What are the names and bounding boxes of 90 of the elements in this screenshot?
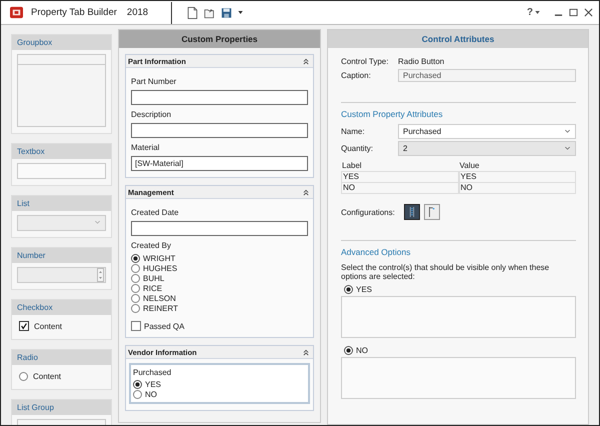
radio-button[interactable] <box>131 304 140 313</box>
control-type-value: Radio Button <box>398 57 444 66</box>
palette-card[interactable]: Checkbox Content <box>11 299 112 340</box>
radio-label: HUGHES <box>143 264 178 273</box>
radio-label: RICE <box>143 284 162 293</box>
palette-title: List Group <box>12 400 111 415</box>
configuration-single-button[interactable] <box>424 204 440 220</box>
close-icon[interactable] <box>584 8 593 17</box>
field-label: Created Date <box>131 208 180 217</box>
flag-icon <box>426 206 437 218</box>
open-folder-icon[interactable] <box>204 6 216 18</box>
checkbox-label: Content <box>34 322 62 330</box>
table-cell[interactable]: NO <box>458 182 576 194</box>
palette-card[interactable]: List Group <box>11 399 112 425</box>
palette-title: Radio <box>12 350 111 365</box>
configurations-label: Configurations: <box>341 208 395 216</box>
name-dropdown[interactable]: Purchased <box>398 124 576 139</box>
palette-title: Groupbox <box>12 35 111 50</box>
panel-title: Control Attributes <box>328 30 588 48</box>
option-label: NO <box>356 346 368 355</box>
option-label: YES <box>356 285 372 294</box>
palette-card[interactable]: Groupbox <box>11 34 112 134</box>
radio-label: BUHL <box>143 274 164 283</box>
panel-title: Custom Properties <box>119 30 320 48</box>
radio-label: WRIGHT <box>143 254 176 263</box>
checkbox-label: Passed QA <box>144 322 184 330</box>
input-field[interactable] <box>131 221 308 236</box>
version-label: 2018 <box>126 7 148 18</box>
collapse-icon[interactable] <box>303 348 309 356</box>
caption-field[interactable]: Purchased <box>398 69 576 82</box>
chevron-icon <box>565 130 570 133</box>
field-label: Purchased <box>133 368 172 377</box>
app-logo-icon <box>10 6 23 19</box>
chevron-icon <box>95 221 100 224</box>
spinner-icon <box>97 268 104 282</box>
help-button[interactable]: ? <box>524 7 535 18</box>
caption-label: Caption: <box>341 71 372 80</box>
radio-label: REINERT <box>143 304 178 313</box>
radio-button[interactable] <box>344 346 353 355</box>
selected-control-frame[interactable]: Purchased YES NO <box>129 363 310 404</box>
section-title: Advanced Options <box>341 247 412 257</box>
palette-title: Textbox <box>12 144 111 159</box>
palette-card[interactable]: List <box>11 195 112 238</box>
field-label: Created By <box>131 241 172 250</box>
palette-card[interactable]: Number <box>11 247 112 290</box>
radio-button[interactable] <box>131 254 140 263</box>
radio-button[interactable] <box>344 285 353 294</box>
palette-card[interactable]: Textbox <box>11 143 112 186</box>
input-field[interactable] <box>131 90 308 105</box>
radio-label: Content <box>33 372 62 380</box>
checkbox[interactable] <box>131 321 141 331</box>
radio-button[interactable] <box>131 264 140 273</box>
palette-title: Checkbox <box>12 300 111 315</box>
table-cell[interactable]: YES <box>458 171 576 183</box>
table-cell[interactable]: NO <box>341 182 458 194</box>
radio-label: NELSON <box>143 294 176 303</box>
palette-title: List <box>12 196 111 211</box>
description-text: Select the control(s) that should be visible only when these options are selected: <box>341 263 550 281</box>
section-title: Custom Property Attributes <box>341 109 444 119</box>
maximize-icon[interactable] <box>569 8 578 17</box>
radio-button[interactable] <box>133 390 142 399</box>
window-title: Property Tab Builder <box>31 7 117 18</box>
field-label: Material <box>131 143 160 152</box>
control-type-label: Control Type: <box>341 57 390 66</box>
name-label: Name: <box>341 127 366 136</box>
column-header: Value <box>458 161 480 172</box>
radio-label: YES <box>145 380 162 389</box>
column-header: Label <box>341 161 363 172</box>
quantity-dropdown[interactable]: 2 <box>398 141 576 156</box>
chevron-icon <box>565 147 570 150</box>
field-label: Description <box>131 110 172 119</box>
caret-icon[interactable] <box>238 11 244 14</box>
quantity-label: Quantity: <box>341 144 374 153</box>
caret-icon[interactable] <box>535 11 540 14</box>
radio-button[interactable] <box>133 380 142 389</box>
field-label: Part Number <box>131 77 178 86</box>
collapse-icon[interactable] <box>303 58 309 64</box>
radio-label: NO <box>145 390 157 399</box>
radio-button[interactable] <box>131 284 140 293</box>
table-cell[interactable]: YES <box>341 171 458 183</box>
radio-button[interactable] <box>131 274 140 283</box>
new-document-icon[interactable] <box>187 6 198 18</box>
palette-card[interactable]: Radio Content <box>11 349 112 390</box>
save-icon[interactable] <box>221 6 232 18</box>
collapse-icon[interactable] <box>303 188 309 196</box>
palette-title: Number <box>12 248 111 263</box>
radio-button[interactable] <box>131 294 140 303</box>
input-field[interactable] <box>131 123 308 138</box>
configuration-list-button[interactable] <box>404 204 420 220</box>
input-field[interactable]: [SW-Material] <box>131 156 308 171</box>
